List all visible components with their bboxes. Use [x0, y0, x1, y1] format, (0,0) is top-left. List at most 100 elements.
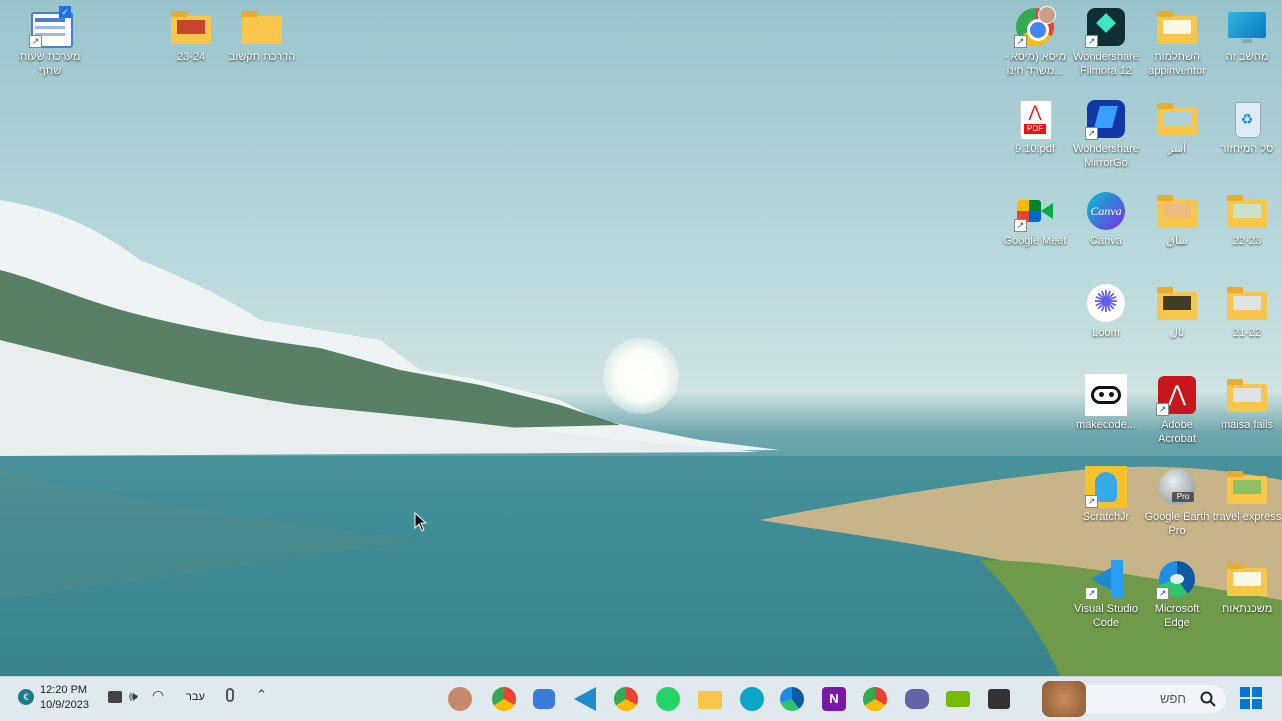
search-icon	[1200, 691, 1216, 707]
google-meet-icon: ↗	[1014, 190, 1056, 232]
scratchjr-icon: ↗	[1085, 466, 1127, 508]
desktop-icon-loom[interactable]: ✺ Loom	[1070, 282, 1142, 340]
desktop-icon-label: מחשב זה	[1225, 51, 1269, 63]
chat-icon[interactable]	[905, 687, 929, 711]
desktop-icon-label: 22-23	[1232, 235, 1262, 247]
desktop-icon-maisa-fails[interactable]: maisa fails	[1211, 374, 1282, 432]
desktop-icon-appinventor[interactable]: השתלמות appinventor	[1141, 6, 1213, 78]
battery-icon[interactable]	[108, 691, 122, 703]
desktop-icon-label: 21-22	[1232, 327, 1262, 339]
desktop-icon-folder-21-22[interactable]: 21-22	[1211, 282, 1282, 340]
desktop-icon-label: Visual Studio Code	[1073, 603, 1138, 629]
desktop-icon-mirrorgo[interactable]: ↗ Wondershare MirrorGo	[1070, 98, 1142, 170]
desktop-icon-label: 9.10.pdf	[1015, 143, 1055, 155]
desktop-icon-recycle-bin[interactable]: ♻ סל המיחזור	[1211, 98, 1282, 156]
desktop-icon-label: השתלמות appinventor	[1148, 51, 1206, 77]
whatsapp-icon[interactable]	[656, 687, 680, 711]
desktop-icon-label: Wondershare Filmora 12	[1073, 51, 1139, 77]
makecode-icon	[1085, 374, 1127, 416]
desktop-icon-adobe-acrobat[interactable]: ⋀ ↗ Adobe Acrobat	[1141, 374, 1213, 446]
google-earth-icon: Pro	[1156, 466, 1198, 508]
desktop-icon-mashkanta[interactable]: משכנתאות	[1211, 558, 1282, 616]
vscode-icon[interactable]	[574, 687, 598, 711]
vscode-icon: ↗	[1085, 558, 1127, 600]
folder-icon	[241, 6, 283, 48]
loom-icon: ✺	[1085, 282, 1127, 324]
desktop-icon-folder-hadracha[interactable]: הדרכת תקשוב	[226, 6, 298, 64]
desktop-icon-label: Loom	[1092, 327, 1120, 339]
desktop-icon-label: 23-24	[176, 51, 206, 63]
desktop-icon-label: Microsoft Edge	[1154, 603, 1200, 629]
volume-icon[interactable]: 🕪	[129, 688, 138, 705]
folder-icon	[1156, 98, 1198, 140]
desktop-icon-canva[interactable]: Canva Canva	[1070, 190, 1142, 248]
recycle-bin-icon: ♻	[1226, 98, 1268, 140]
desktop-icon-google-meet[interactable]: ↗ Google Meet	[999, 190, 1071, 248]
search-box[interactable]: חפש	[1042, 681, 1226, 717]
chrome-profile-icon[interactable]	[614, 687, 638, 711]
desktop-icon-maisa-chrome[interactable]: ↗ מיסא (מיסא - משרד חינו...	[999, 6, 1071, 78]
search-highlight-image	[1042, 681, 1086, 717]
terminal-icon[interactable]	[988, 687, 1012, 711]
clock-date[interactable]: 10/9/2023	[40, 699, 89, 711]
desktop-icon-label: Canva	[1090, 235, 1122, 247]
weather-icon[interactable]: €	[18, 689, 34, 705]
chevron-up-icon[interactable]: ⌃	[256, 687, 267, 703]
desktop-icon-folder-asr[interactable]: أسر	[1141, 98, 1213, 156]
language-indicator[interactable]: עבר	[186, 691, 205, 703]
desktop-icon-label: מערכת שעות שתף	[19, 51, 81, 77]
monitor-icon	[1226, 6, 1268, 48]
folder-icon	[1156, 6, 1198, 48]
folder-icon	[1156, 282, 1198, 324]
desktop-icon-filmora[interactable]: ↗ Wondershare Filmora 12	[1070, 6, 1142, 78]
desktop-icon-label: ScratchJr	[1082, 511, 1130, 523]
desktop-icon-label: ساق	[1166, 235, 1188, 247]
mirrorgo-icon: ↗	[1085, 98, 1127, 140]
microphone-icon[interactable]	[226, 688, 234, 702]
folder-icon	[1226, 282, 1268, 324]
edge-canary-icon[interactable]	[740, 687, 764, 711]
desktop-icon-scratchjr[interactable]: ↗ ScratchJr	[1070, 466, 1142, 524]
desktop-icon-microsoft-edge[interactable]: ↗ Microsoft Edge	[1141, 558, 1213, 630]
onenote-icon[interactable]: N	[822, 687, 846, 711]
desktop-icon-folder-thal[interactable]: ثال	[1141, 282, 1213, 340]
folder-icon	[1226, 374, 1268, 416]
desktop-icon-label: Google Earth Pro	[1144, 511, 1210, 537]
desktop-icon-folder-22-23[interactable]: 22-23	[1211, 190, 1282, 248]
desktop-icon-label: أسر	[1167, 143, 1187, 155]
desktop-icon-vscode[interactable]: ↗ Visual Studio Code	[1070, 558, 1142, 630]
canva-icon: Canva	[1085, 190, 1127, 232]
nvidia-icon[interactable]	[946, 687, 970, 711]
sun	[603, 338, 679, 414]
folder-icon	[1156, 190, 1198, 232]
desktop-icon-label: ثال	[1169, 327, 1185, 339]
desktop-icon-label: מיסא (מיסא - משרד חינו...	[1003, 51, 1067, 77]
adobe-acrobat-icon: ⋀ ↗	[1156, 374, 1198, 416]
start-button-icon[interactable]	[1240, 687, 1262, 709]
chrome-alt-icon[interactable]	[863, 687, 887, 711]
desktop-icon-label: travel express	[1212, 511, 1282, 523]
folder-icon	[1226, 466, 1268, 508]
desktop-icon-travel-express[interactable]: travel express	[1211, 466, 1282, 524]
teams-meet-icon[interactable]	[448, 687, 472, 711]
desktop-icon-google-earth[interactable]: Pro Google Earth Pro	[1141, 466, 1213, 538]
chrome-icon[interactable]	[492, 687, 516, 711]
clock-time[interactable]: 12:20 PM	[40, 684, 87, 696]
desktop-icon-schedule[interactable]: ✓ ↗ מערכת שעות שתף	[14, 6, 86, 78]
folder-icon	[1226, 190, 1268, 232]
mouse-cursor-icon	[414, 512, 428, 532]
spreadsheet-icon: ✓ ↗	[29, 6, 73, 48]
desktop-icon-label: maisa fails	[1221, 419, 1273, 431]
bot-icon[interactable]	[533, 687, 557, 711]
desktop-icon-this-pc[interactable]: מחשב זה	[1211, 6, 1282, 64]
wifi-icon[interactable]: ◠	[152, 687, 164, 704]
desktop-icon-folder-saq[interactable]: ساق	[1141, 190, 1213, 248]
desktop-icon-pdf[interactable]: ⋀ PDF 9.10.pdf	[999, 98, 1071, 156]
file-explorer-icon[interactable]	[698, 687, 722, 711]
edge-icon[interactable]	[780, 687, 804, 711]
desktop-icon-label: Adobe Acrobat	[1158, 419, 1196, 445]
desktop-icon-makecode[interactable]: makecode...	[1070, 374, 1142, 432]
taskbar: € 12:20 PM 10/9/2023 🕪 ◠ עבר ⌃ N חפש	[0, 676, 1282, 721]
desktop-icon-label: הדרכת תקשוב	[228, 51, 296, 63]
desktop-icon-folder-23-24[interactable]: 23-24	[155, 6, 227, 64]
